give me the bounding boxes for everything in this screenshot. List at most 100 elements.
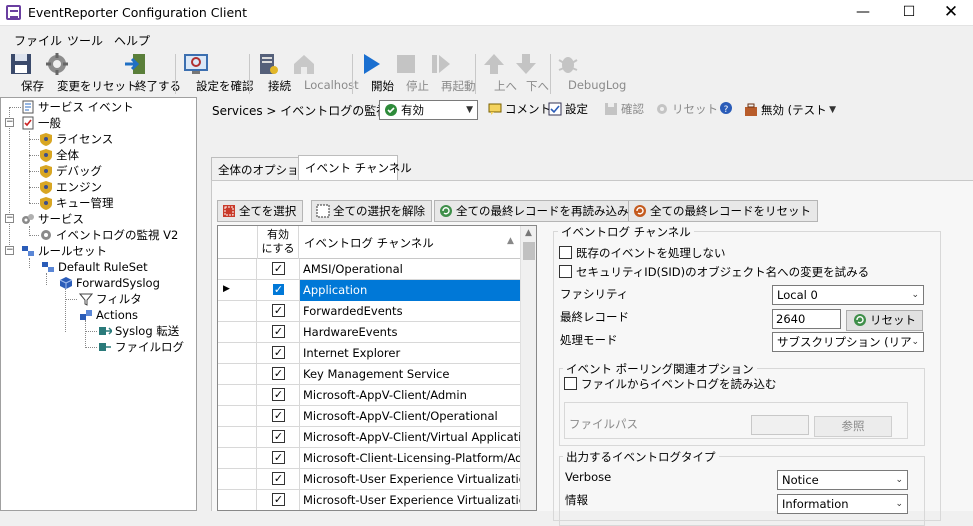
tree-item-actions[interactable]: Actions [79, 307, 138, 323]
row-header[interactable] [218, 364, 257, 385]
save-button[interactable]: 保存 [9, 52, 44, 93]
deselect-all-button[interactable]: 全ての選択を解除 [311, 200, 432, 222]
collapse-toggle-services[interactable]: − [5, 214, 14, 223]
last-record-reset-button[interactable]: リセット [846, 310, 923, 331]
table-row[interactable]: ✓ Microsoft-Client-Licensing-Platform/Ad [218, 448, 520, 469]
row-channel-name[interactable]: ForwardedEvents [299, 301, 520, 322]
menu-help[interactable]: ヘルプ [114, 32, 150, 49]
facility-dropdown[interactable]: Local 0 ⌄ [772, 285, 924, 305]
tab-event-channels[interactable]: イベント チャンネル [298, 155, 412, 181]
row-header[interactable] [218, 259, 257, 280]
tree-item-rulesets[interactable]: ルールセット [21, 243, 107, 259]
last-record-input[interactable]: 2640 [772, 309, 841, 329]
column-header-enabled[interactable]: 有効 にする [257, 226, 299, 259]
row-channel-name[interactable]: Microsoft-Client-Licensing-Platform/Ad [299, 448, 520, 469]
tree-item-forward-syslog[interactable]: ForwardSyslog [59, 275, 160, 291]
row-enabled-checkbox[interactable]: ✓ [272, 388, 285, 401]
row-enabled-checkbox[interactable]: ✓ [272, 451, 285, 464]
help-button[interactable]: ? [719, 101, 736, 115]
table-row[interactable]: ✓ Microsoft-User Experience Virtualizatio [218, 469, 520, 490]
row-enabled-checkbox[interactable]: ✓ [272, 325, 285, 338]
info-dropdown[interactable]: Information ⌄ [777, 494, 908, 514]
resolve-sid-checkbox[interactable] [559, 265, 572, 278]
maximize-button[interactable]: ☐ [886, 0, 932, 26]
confirm-button[interactable]: 確認 [604, 101, 644, 117]
row-enabled-checkbox[interactable]: ✓ [272, 367, 285, 380]
reset-button[interactable]: リセット [655, 101, 718, 117]
column-header-channel[interactable]: イベントログ チャンネル [304, 235, 434, 251]
start-button[interactable]: 開始 [359, 52, 394, 93]
scroll-up-icon[interactable]: ▲ [525, 228, 532, 238]
table-row[interactable]: ✓ Key Management Service [218, 364, 520, 385]
tree-item-service-event[interactable]: サービス イベント [21, 99, 134, 115]
row-enabled-checkbox[interactable]: ✓ [272, 304, 285, 317]
tree-item-syslog-forward[interactable]: Syslog 転送 [98, 323, 179, 339]
reset-last-records-button[interactable]: 全ての最終レコードをリセット [628, 200, 818, 222]
tree-item-general[interactable]: 一般 [21, 115, 61, 131]
collapse-toggle-rulesets[interactable]: − [5, 246, 14, 255]
tree-item-debug[interactable]: デバッグ [39, 163, 102, 179]
row-channel-name[interactable]: Key Management Service [299, 364, 520, 385]
tree-item-license[interactable]: ライセンス [39, 131, 113, 147]
check-settings-button[interactable]: 設定を確認 [184, 52, 254, 93]
row-header[interactable]: ▶ [218, 280, 257, 301]
process-existing-checkbox[interactable] [559, 246, 572, 259]
move-up-button[interactable]: 上へ [482, 52, 517, 93]
row-header[interactable] [218, 301, 257, 322]
localhost-button[interactable]: Localhost [292, 52, 359, 92]
debuglog-button[interactable]: DebugLog [556, 52, 626, 92]
row-header[interactable] [218, 385, 257, 406]
exit-button[interactable]: 終了する [123, 52, 181, 93]
row-channel-name[interactable]: HardwareEvents [299, 322, 520, 343]
verbose-dropdown[interactable]: Notice ⌄ [777, 470, 908, 490]
row-header[interactable] [218, 343, 257, 364]
file-path-input[interactable] [751, 415, 809, 435]
comment-button[interactable]: コメント [488, 101, 551, 117]
row-enabled-checkbox[interactable]: ✓ [272, 283, 285, 296]
table-row[interactable]: ▶ ✓ Application [218, 280, 520, 301]
row-enabled-checkbox[interactable]: ✓ [272, 493, 285, 506]
collapse-toggle-general[interactable]: − [5, 118, 14, 127]
tree-item-engine[interactable]: エンジン [39, 179, 102, 195]
tree-item-filter[interactable]: フィルタ [79, 291, 142, 307]
select-all-button[interactable]: 全てを選択 [217, 200, 304, 222]
table-row[interactable]: ✓ Internet Explorer [218, 343, 520, 364]
table-row[interactable]: ✓ Microsoft-AppV-Client/Admin [218, 385, 520, 406]
row-enabled-checkbox[interactable]: ✓ [272, 409, 285, 422]
row-channel-name[interactable]: Microsoft-AppV-Client/Virtual Applicati [299, 427, 520, 448]
menu-tools[interactable]: ツール [67, 32, 103, 49]
minimize-button[interactable]: — [840, 0, 886, 26]
row-header[interactable] [218, 322, 257, 343]
row-channel-name[interactable]: Application [299, 280, 520, 301]
row-header[interactable] [218, 448, 257, 469]
tab-general-options[interactable]: 全体のオプション [211, 157, 310, 180]
table-row[interactable]: ✓ Microsoft-AppV-Client/Virtual Applicati [218, 427, 520, 448]
close-button[interactable]: ✕ [928, 0, 973, 26]
table-row[interactable]: ✓ AMSI/Operational [218, 259, 520, 280]
processing-mode-dropdown[interactable]: サブスクリプション (リアルタイ.⌄ [772, 332, 924, 352]
stop-button[interactable]: 停止 [394, 52, 429, 93]
row-header[interactable] [218, 469, 257, 490]
row-header[interactable] [218, 406, 257, 427]
tree-item-default-ruleset[interactable]: Default RuleSet [41, 259, 148, 275]
row-enabled-checkbox[interactable]: ✓ [272, 430, 285, 443]
row-channel-name[interactable]: Microsoft-AppV-Client/Operational [299, 406, 520, 427]
move-down-button[interactable]: 下へ [514, 52, 549, 93]
table-row[interactable]: ✓ HardwareEvents [218, 322, 520, 343]
row-channel-name[interactable]: Microsoft-User Experience Virtualizatio [299, 469, 520, 490]
row-enabled-checkbox[interactable]: ✓ [272, 346, 285, 359]
restart-button[interactable]: 再起動 [429, 52, 476, 93]
row-channel-name[interactable]: Microsoft-User Experience Virtualizatio [299, 490, 520, 510]
reset-changes-button[interactable]: 変更をリセット [45, 52, 138, 93]
row-channel-name[interactable]: Microsoft-AppV-Client/Admin [299, 385, 520, 406]
row-channel-name[interactable]: AMSI/Operational [299, 259, 520, 280]
menu-file[interactable]: ファイル [14, 32, 62, 49]
grid-scrollbar[interactable]: ▲ [520, 226, 536, 510]
reload-last-records-button[interactable]: 全ての最終レコードを再読み込み [434, 200, 636, 222]
tree-item-services[interactable]: サービス [21, 211, 84, 227]
read-from-file-checkbox[interactable] [564, 377, 577, 390]
scroll-thumb[interactable] [523, 242, 535, 260]
row-header[interactable] [218, 427, 257, 448]
table-row[interactable]: ✓ Microsoft-AppV-Client/Operational [218, 406, 520, 427]
table-row[interactable]: ✓ ForwardedEvents [218, 301, 520, 322]
